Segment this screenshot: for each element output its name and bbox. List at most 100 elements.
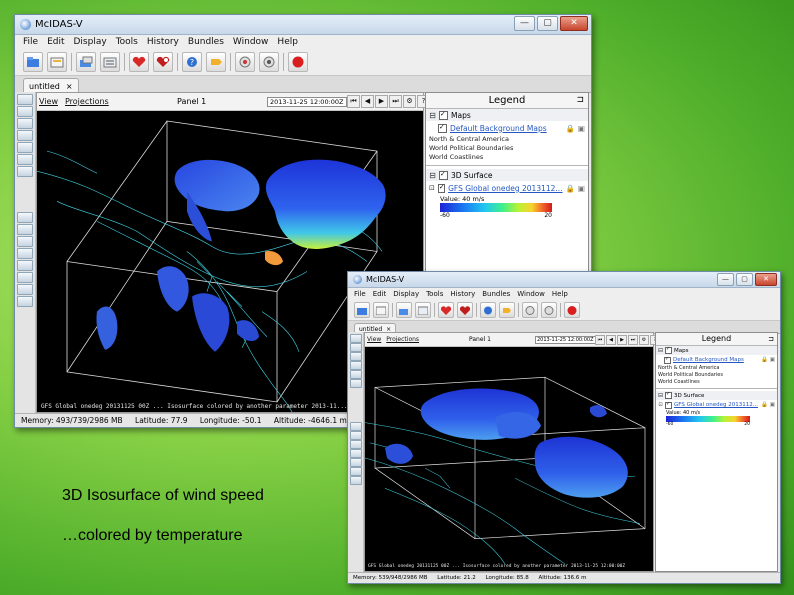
delete-layer-icon[interactable]: ▣ — [770, 357, 775, 363]
surface-visibility-checkbox[interactable] — [439, 170, 448, 180]
projections-menu[interactable]: Projections — [65, 97, 109, 106]
move-down-icon[interactable] — [17, 224, 33, 235]
menu-file[interactable]: File — [354, 288, 366, 300]
surface-visibility-checkbox[interactable] — [665, 391, 672, 399]
layer-visibility-checkbox[interactable] — [665, 401, 672, 409]
draw-icon[interactable] — [350, 379, 362, 388]
3d-scene-view[interactable]: GFS Global onedeg 20131125 00Z ... Isosu… — [365, 347, 653, 571]
undo-icon[interactable] — [350, 476, 362, 485]
favorites-icon[interactable] — [438, 302, 454, 318]
lock-icon[interactable]: 🔒 — [761, 357, 768, 363]
help-icon[interactable] — [480, 302, 496, 318]
legend-layer-maps[interactable]: Default Background Maps 🔒 ▣ — [426, 121, 588, 135]
menu-help[interactable]: Help — [552, 288, 568, 300]
anim-settings-button[interactable]: ⚙ — [639, 335, 649, 345]
zoom-in-icon[interactable] — [17, 94, 33, 105]
menu-window[interactable]: Window — [233, 35, 269, 49]
favorites-icon[interactable] — [129, 52, 149, 72]
menu-display[interactable]: Display — [74, 35, 107, 49]
collapse-icon[interactable]: ⊟ — [658, 392, 663, 399]
delete-layer-icon[interactable]: ▣ — [770, 402, 775, 408]
maximize-button[interactable]: ▢ — [736, 273, 753, 286]
close-button[interactable]: ✕ — [755, 273, 777, 286]
anim-play-button[interactable]: ▶ — [617, 335, 627, 345]
draw-icon[interactable] — [17, 154, 33, 165]
menu-edit[interactable]: Edit — [373, 288, 387, 300]
rotate-icon[interactable] — [17, 130, 33, 141]
lock-icon[interactable]: 🔒 — [761, 402, 768, 408]
stop-icon[interactable] — [564, 302, 580, 318]
zoom-in-icon[interactable] — [350, 334, 362, 343]
layer-visibility-checkbox[interactable] — [437, 183, 446, 193]
view-menu[interactable]: View — [367, 336, 381, 343]
home-icon[interactable] — [350, 440, 362, 449]
anim-play-button[interactable]: ▶ — [375, 95, 388, 108]
field-selector-icon[interactable] — [415, 302, 431, 318]
reset-view-icon[interactable] — [350, 352, 362, 361]
data-sources-icon[interactable] — [396, 302, 412, 318]
tab-untitled[interactable]: untitled × — [23, 78, 79, 93]
layer-link-maps[interactable]: Default Background Maps — [673, 357, 744, 363]
menu-window[interactable]: Window — [517, 288, 545, 300]
move-right-icon[interactable] — [17, 260, 33, 271]
menu-tools[interactable]: Tools — [116, 35, 138, 49]
move-left-icon[interactable] — [17, 248, 33, 259]
refresh-icon[interactable] — [259, 52, 279, 72]
minimize-button[interactable]: — — [514, 16, 535, 31]
open-bundle-icon[interactable] — [23, 52, 43, 72]
field-selector-icon[interactable] — [100, 52, 120, 72]
undo-icon[interactable] — [17, 296, 33, 307]
collapse-icon[interactable]: ⊟ — [658, 347, 663, 354]
layer-visibility-checkbox[interactable] — [664, 356, 671, 364]
mcidas-window-front[interactable]: McIDAS-V — ▢ ✕ File Edit Display Tools H… — [347, 271, 781, 584]
cancel-icon[interactable] — [522, 302, 538, 318]
forward-icon[interactable] — [499, 302, 515, 318]
legend-layer-surface[interactable]: ⊡ GFS Global onedeg 2013112... 🔒 ▣ — [656, 400, 777, 410]
animation-time-field[interactable]: 2013-11-25 12:00:00Z — [535, 335, 596, 344]
forward-icon[interactable] — [206, 52, 226, 72]
expand-icon[interactable]: ⊡ — [658, 402, 663, 408]
expand-icon[interactable]: ⊡ — [429, 184, 435, 192]
lock-icon[interactable]: 🔒 — [566, 124, 575, 133]
data-sources-icon[interactable] — [76, 52, 96, 72]
zoom-out-icon[interactable] — [17, 106, 33, 117]
move-down-icon[interactable] — [350, 431, 362, 440]
menu-display[interactable]: Display — [393, 288, 419, 300]
save-bundle-icon[interactable] — [373, 302, 389, 318]
open-bundle-icon[interactable] — [354, 302, 370, 318]
maps-visibility-checkbox[interactable] — [439, 110, 448, 120]
rotate-icon[interactable] — [350, 361, 362, 370]
reset-view-icon[interactable] — [17, 118, 33, 129]
menu-help[interactable]: Help — [277, 35, 298, 49]
tilt-up-icon[interactable] — [17, 272, 33, 283]
maps-visibility-checkbox[interactable] — [665, 346, 672, 354]
move-up-icon[interactable] — [17, 212, 33, 223]
layer-link-maps[interactable]: Default Background Maps — [450, 124, 547, 133]
anim-prev-button[interactable]: ◀ — [361, 95, 374, 108]
pan-icon[interactable] — [17, 142, 33, 153]
cancel-icon[interactable] — [235, 52, 255, 72]
add-favorite-icon[interactable] — [153, 52, 173, 72]
pan-icon[interactable] — [350, 370, 362, 379]
legend-layer-surface[interactable]: ⊡ GFS Global onedeg 2013112... 🔒 ▣ — [426, 181, 588, 195]
legend-layer-maps[interactable]: Default Background Maps 🔒 ▣ — [656, 355, 777, 365]
anim-first-button[interactable]: ⏮ — [595, 335, 605, 345]
menu-history[interactable]: History — [450, 288, 475, 300]
tilt-up-icon[interactable] — [350, 467, 362, 476]
add-favorite-icon[interactable] — [457, 302, 473, 318]
anim-settings-button[interactable]: ⚙ — [403, 95, 416, 108]
legend-group-3d-surface[interactable]: ⊟ 3D Surface — [656, 391, 777, 400]
move-up-icon[interactable] — [350, 422, 362, 431]
tilt-down-icon[interactable] — [17, 284, 33, 295]
collapse-icon[interactable]: ⊟ — [429, 111, 436, 120]
lock-icon[interactable]: 🔒 — [566, 184, 575, 193]
menu-tools[interactable]: Tools — [426, 288, 443, 300]
layer-link-surface[interactable]: GFS Global onedeg 2013112... — [674, 402, 758, 408]
capture-icon[interactable] — [17, 166, 33, 177]
move-left-icon[interactable] — [350, 449, 362, 458]
help-icon[interactable]: ? — [182, 52, 202, 72]
legend-collapse-icon[interactable]: ⊐ — [576, 93, 584, 108]
minimize-button[interactable]: — — [717, 273, 734, 286]
window-titlebar[interactable]: McIDAS-V — ▢ ✕ — [348, 272, 780, 288]
anim-last-button[interactable]: ⏭ — [628, 335, 638, 345]
